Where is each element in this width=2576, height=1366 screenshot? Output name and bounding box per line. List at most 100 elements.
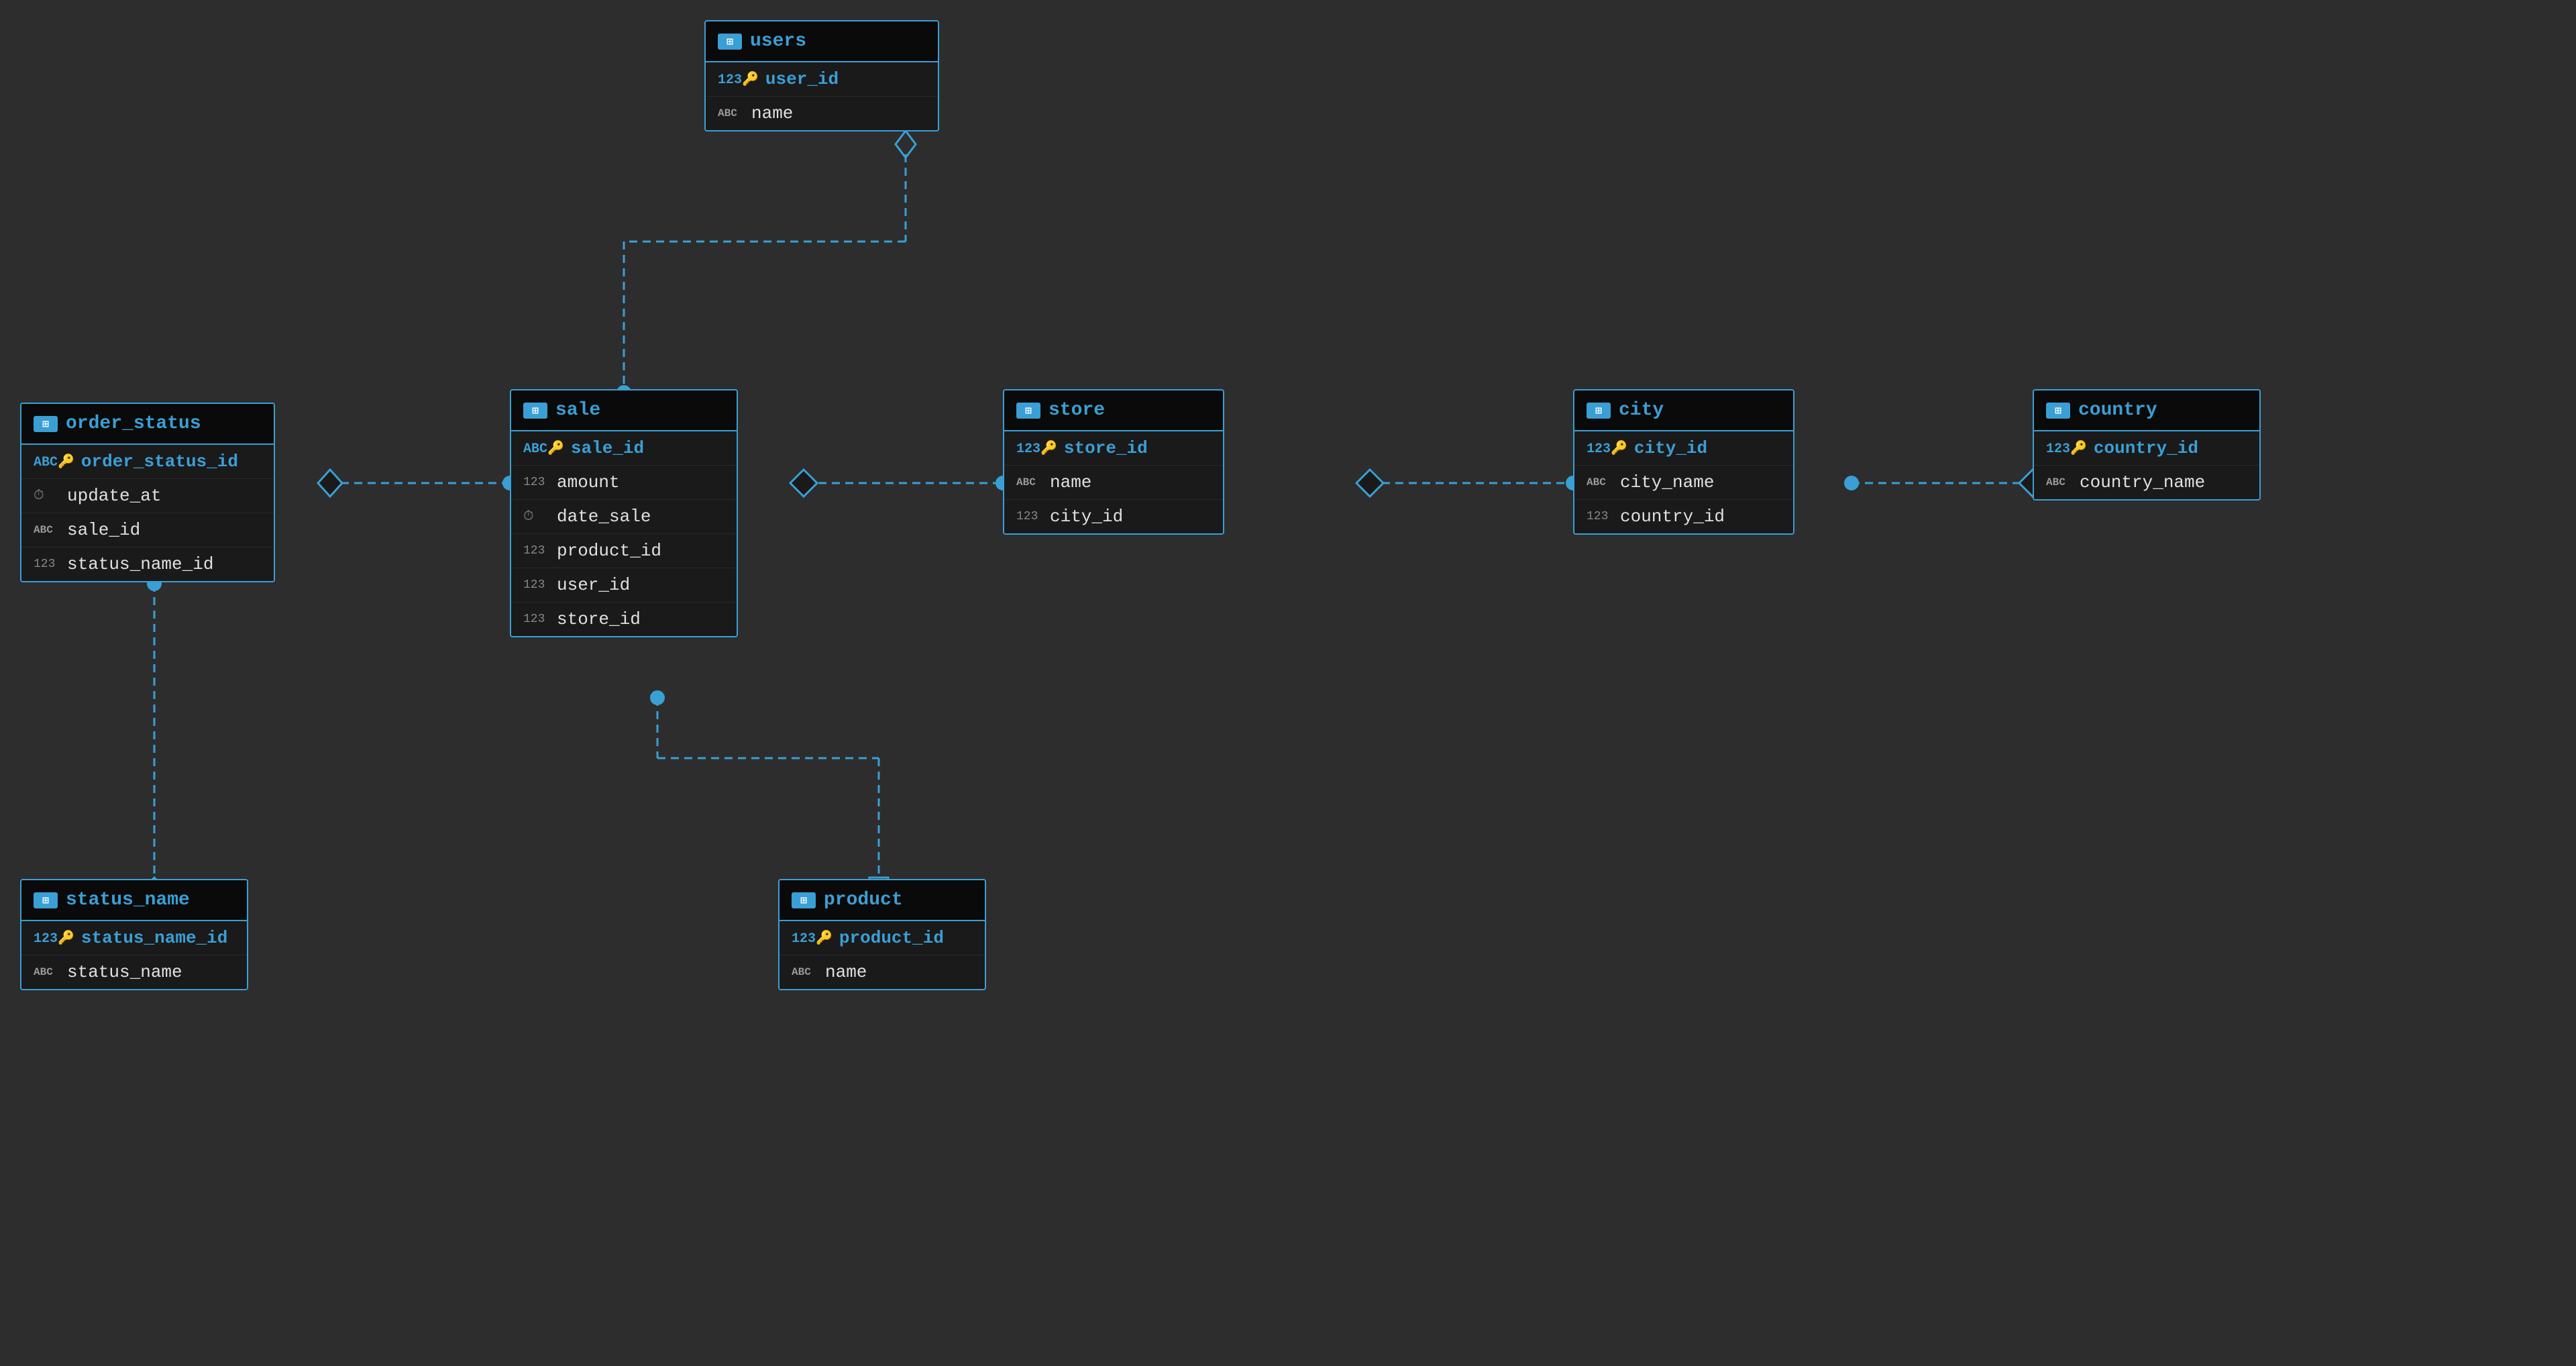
abc-icon: ABC bbox=[1016, 476, 1043, 488]
key-icon: 123🔑 bbox=[1587, 439, 1627, 457]
users-table-icon: ⊞ bbox=[718, 34, 742, 50]
users-table-body: 123🔑 user_id ABC name bbox=[706, 62, 938, 130]
table-row: 123🔑 product_id bbox=[780, 921, 985, 955]
store-header: ⊞ store bbox=[1004, 390, 1223, 431]
field-name: sale_id bbox=[67, 520, 140, 540]
country-title: country bbox=[2078, 400, 2157, 421]
field-name: store_id bbox=[557, 609, 641, 629]
diagram-canvas: .connector-line { stroke: #3a9fd5; strok… bbox=[0, 0, 2576, 1366]
order-status-table: ⊞ order_status ABC🔑 order_status_id ⏱ up… bbox=[20, 403, 275, 582]
city-body: 123🔑 city_id ABC city_name 123 country_i… bbox=[1574, 431, 1793, 533]
time-icon: ⏱ bbox=[34, 488, 60, 504]
table-row: ABC name bbox=[1004, 466, 1223, 500]
table-row: 123 store_id bbox=[511, 602, 737, 636]
field-name: user_id bbox=[765, 69, 839, 89]
field-name: date_sale bbox=[557, 507, 651, 527]
num-icon: 123 bbox=[523, 613, 550, 626]
abc-icon: ABC bbox=[34, 524, 60, 536]
sale-table: ⊞ sale ABC🔑 sale_id 123 amount ⏱ date_sa… bbox=[510, 389, 738, 637]
table-row: ABC status_name bbox=[21, 955, 247, 989]
field-name: update_at bbox=[67, 486, 161, 506]
product-icon: ⊞ bbox=[792, 892, 816, 908]
city-icon: ⊞ bbox=[1587, 403, 1611, 419]
table-row: ⏱ date_sale bbox=[511, 500, 737, 534]
table-row: 123🔑 city_id bbox=[1574, 431, 1793, 466]
table-row: ABC🔑 order_status_id bbox=[21, 445, 274, 479]
table-row: 123 city_id bbox=[1004, 500, 1223, 533]
table-row: 123🔑 status_name_id bbox=[21, 921, 247, 955]
table-row: ABC name bbox=[780, 955, 985, 989]
table-row: ABC name bbox=[706, 97, 938, 130]
status-name-title: status_name bbox=[66, 890, 190, 910]
order-status-header: ⊞ order_status bbox=[21, 404, 274, 445]
field-name: name bbox=[1050, 472, 1091, 492]
num-icon: 123 bbox=[1587, 510, 1613, 523]
city-title: city bbox=[1619, 400, 1664, 421]
field-name: city_id bbox=[1050, 507, 1123, 527]
num-icon: 123 bbox=[523, 544, 550, 558]
store-icon: ⊞ bbox=[1016, 403, 1040, 419]
field-name: country_id bbox=[2094, 438, 2198, 458]
sale-table-icon: ⊞ bbox=[523, 403, 547, 419]
field-name: country_id bbox=[1620, 507, 1725, 527]
abc-icon: ABC bbox=[718, 107, 745, 119]
product-title: product bbox=[824, 890, 903, 910]
order-status-title: order_status bbox=[66, 413, 201, 434]
field-name: user_id bbox=[557, 575, 630, 595]
abckey-icon: ABC🔑 bbox=[523, 439, 564, 457]
field-name: name bbox=[751, 103, 793, 123]
connectors-svg: .connector-line { stroke: #3a9fd5; strok… bbox=[0, 0, 2576, 1366]
order-status-body: ABC🔑 order_status_id ⏱ update_at ABC sal… bbox=[21, 445, 274, 581]
abckey-icon: ABC🔑 bbox=[34, 453, 74, 470]
field-name: store_id bbox=[1064, 438, 1148, 458]
key-icon: 123🔑 bbox=[718, 70, 759, 88]
users-table-header: ⊞ users bbox=[706, 21, 938, 62]
table-row: ABC city_name bbox=[1574, 466, 1793, 500]
country-header: ⊞ country bbox=[2034, 390, 2259, 431]
city-header: ⊞ city bbox=[1574, 390, 1793, 431]
abc-icon: ABC bbox=[2046, 476, 2073, 488]
key-icon: 123🔑 bbox=[792, 929, 833, 947]
store-table: ⊞ store 123🔑 store_id ABC name 123 city_… bbox=[1003, 389, 1224, 535]
key-icon: 123🔑 bbox=[34, 929, 74, 947]
field-name: order_status_id bbox=[81, 452, 238, 472]
num-icon: 123 bbox=[523, 578, 550, 592]
field-name: status_name_id bbox=[67, 554, 213, 574]
status-name-icon: ⊞ bbox=[34, 892, 58, 908]
table-row: 123🔑 country_id bbox=[2034, 431, 2259, 466]
table-row: 123 country_id bbox=[1574, 500, 1793, 533]
sale-table-body: ABC🔑 sale_id 123 amount ⏱ date_sale 123 … bbox=[511, 431, 737, 636]
table-row: ABC country_name bbox=[2034, 466, 2259, 499]
field-name: name bbox=[825, 962, 867, 982]
table-row: 123 amount bbox=[511, 466, 737, 500]
status-name-table: ⊞ status_name 123🔑 status_name_id ABC st… bbox=[20, 879, 248, 990]
num-icon: 123 bbox=[34, 558, 60, 571]
product-body: 123🔑 product_id ABC name bbox=[780, 921, 985, 989]
key-icon: 123🔑 bbox=[1016, 439, 1057, 457]
field-name: sale_id bbox=[571, 438, 644, 458]
field-name: city_id bbox=[1634, 438, 1707, 458]
field-name: status_name_id bbox=[81, 928, 227, 948]
users-table-title: users bbox=[750, 31, 806, 52]
field-name: country_name bbox=[2080, 472, 2205, 492]
sale-table-header: ⊞ sale bbox=[511, 390, 737, 431]
country-table: ⊞ country 123🔑 country_id ABC country_na… bbox=[2033, 389, 2261, 501]
status-name-body: 123🔑 status_name_id ABC status_name bbox=[21, 921, 247, 989]
sale-table-title: sale bbox=[555, 400, 600, 421]
key-icon: 123🔑 bbox=[2046, 439, 2087, 457]
product-table: ⊞ product 123🔑 product_id ABC name bbox=[778, 879, 986, 990]
field-name: product_id bbox=[557, 541, 661, 561]
order-status-icon: ⊞ bbox=[34, 416, 58, 432]
table-row: 123🔑 store_id bbox=[1004, 431, 1223, 466]
country-body: 123🔑 country_id ABC country_name bbox=[2034, 431, 2259, 499]
table-row: ⏱ update_at bbox=[21, 479, 274, 513]
field-name: status_name bbox=[67, 962, 182, 982]
table-row: ABC sale_id bbox=[21, 513, 274, 547]
field-name: amount bbox=[557, 472, 620, 492]
abc-icon: ABC bbox=[792, 966, 818, 978]
table-row: 123 user_id bbox=[511, 568, 737, 602]
abc-icon: ABC bbox=[1587, 476, 1613, 488]
status-name-header: ⊞ status_name bbox=[21, 880, 247, 921]
field-name: product_id bbox=[839, 928, 944, 948]
table-row: 123🔑 user_id bbox=[706, 62, 938, 97]
